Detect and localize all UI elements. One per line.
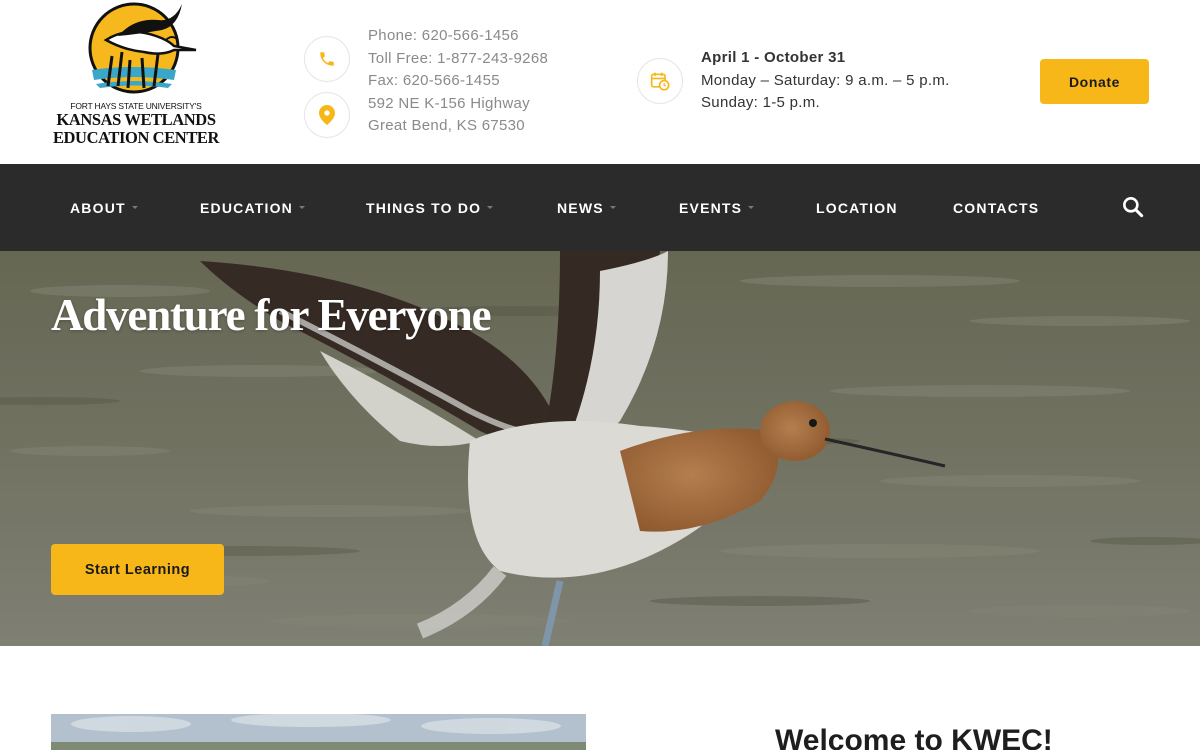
phone-icon: [304, 36, 350, 82]
nav-item-label: EDUCATION: [200, 199, 293, 216]
search-icon[interactable]: [1120, 194, 1146, 220]
calendar-clock-icon: [637, 58, 683, 104]
address-street: 592 NE K-156 Highway: [368, 94, 530, 112]
wetlands-photo: [51, 714, 586, 750]
address-city: Great Bend, KS 67530: [368, 117, 525, 135]
chevron-down-icon: [131, 206, 138, 209]
start-learning-button[interactable]: Start Learning: [51, 544, 224, 595]
nav-item-label: ABOUT: [70, 199, 126, 216]
logo-title-line1: KANSAS WETLANDS: [56, 110, 216, 129]
site-header: FORT HAYS STATE UNIVERSITY'S KANSAS WETL…: [0, 0, 1200, 164]
hero-banner: Adventure for Everyone Start Learning: [0, 251, 1200, 646]
donate-button[interactable]: Donate: [1040, 59, 1149, 104]
chevron-down-icon: [609, 206, 616, 209]
avocet-logo-icon: [88, 2, 197, 94]
contact-info: Phone: 620-566-1456 Toll Free: 1-877-243…: [368, 25, 548, 138]
nav-item-location[interactable]: LOCATION: [816, 164, 898, 251]
chevron-down-icon: [487, 206, 494, 209]
nav-item-education[interactable]: EDUCATION: [200, 164, 305, 251]
site-logo[interactable]: FORT HAYS STATE UNIVERSITY'S KANSAS WETL…: [50, 0, 222, 150]
fax-number: Fax: 620-566-1455: [368, 72, 500, 90]
main-navigation: ABOUT EDUCATION THINGS TO DO NEWS EVENTS…: [0, 164, 1200, 251]
chevron-down-icon: [298, 206, 305, 209]
phone-number[interactable]: Phone: 620-566-1456: [368, 25, 548, 48]
welcome-heading: Welcome to KWEC!: [775, 724, 1053, 750]
season-dates: April 1 - October 31: [701, 49, 846, 66]
nav-item-news[interactable]: NEWS: [557, 164, 616, 251]
opening-hours: April 1 - October 31 Monday – Saturday: …: [701, 47, 950, 115]
nav-item-label: THINGS TO DO: [366, 199, 482, 216]
toll-free-number[interactable]: Toll Free: 1-877-243-9268: [368, 48, 548, 71]
nav-item-label: EVENTS: [679, 199, 743, 216]
wetlands-photo-image: [51, 714, 586, 750]
chevron-down-icon: [748, 206, 755, 209]
map-pin-icon: [304, 92, 350, 138]
hero-title: Adventure for Everyone: [51, 290, 492, 340]
nav-item-things-to-do[interactable]: THINGS TO DO: [366, 164, 494, 251]
nav-item-label: NEWS: [557, 199, 604, 216]
nav-item-label: CONTACTS: [953, 199, 1040, 216]
nav-item-events[interactable]: EVENTS: [679, 164, 755, 251]
sunday-hours: Sunday: 1-5 p.m.: [701, 94, 821, 112]
nav-item-label: LOCATION: [816, 199, 898, 216]
weekday-hours: Monday – Saturday: 9 a.m. – 5 p.m.: [701, 71, 950, 89]
nav-item-contacts[interactable]: CONTACTS: [953, 164, 1039, 251]
nav-item-about[interactable]: ABOUT: [70, 164, 138, 251]
logo-title-line2: EDUCATION CENTER: [52, 128, 220, 147]
